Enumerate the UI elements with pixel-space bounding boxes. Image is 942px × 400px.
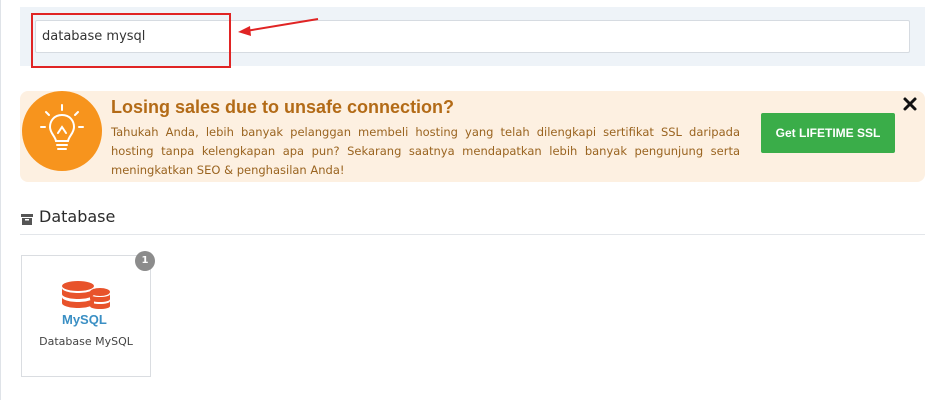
get-lifetime-ssl-button[interactable]: Get LIFETIME SSL [761, 113, 895, 153]
search-input[interactable] [35, 20, 910, 53]
archive-icon [21, 214, 33, 225]
section-title: Database [39, 207, 116, 226]
mysql-logo: MySQL [62, 281, 110, 327]
tile-label: Database MySQL [39, 335, 133, 348]
database-mysql-tile[interactable]: MySQL Database MySQL [21, 255, 151, 377]
count-badge: 1 [135, 251, 155, 271]
page-left-border [0, 0, 1, 400]
close-icon[interactable] [902, 96, 918, 112]
promo-title: Losing sales due to unsafe connection? [111, 97, 455, 117]
lightbulb-icon [22, 91, 102, 171]
mysql-logo-text: MySQL [62, 312, 107, 327]
section-header-database: Database [20, 206, 925, 235]
promo-text: Tahukah Anda, lebih banyak pelanggan mem… [111, 125, 740, 177]
